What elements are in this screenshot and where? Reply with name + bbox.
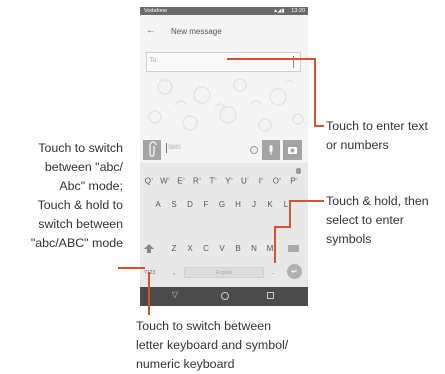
key-k[interactable]: K — [264, 200, 276, 209]
leader-line-long-press-v — [274, 226, 276, 263]
key-g[interactable]: G — [216, 200, 228, 209]
recipient-placeholder: To: — [150, 58, 159, 64]
app-bar: ← New message — [140, 15, 308, 49]
callout-caps-mode-line1: Touch to switch — [38, 141, 123, 155]
navigation-bar: ▽ — [140, 287, 308, 306]
callout-long-press-line2: select to enter — [326, 213, 404, 227]
callout-caps-mode: Touch to switch between "abc/ Abc" mode;… — [31, 139, 123, 253]
callout-symbols-switch-line2: letter keyboard and symbol/ — [136, 338, 289, 352]
callout-caps-mode-line3: Abc" mode; — [59, 179, 123, 193]
key-z[interactable]: Z — [168, 244, 180, 253]
status-clock: 13:20 — [291, 8, 305, 14]
key-f[interactable]: F — [200, 200, 212, 209]
back-arrow-icon[interactable]: ← — [146, 25, 158, 37]
leader-line-long-press-h2 — [274, 226, 290, 228]
status-bar: Vodafone ▲◢ ▮ 13:20 — [140, 7, 308, 15]
key-u[interactable]: U7 — [239, 176, 251, 186]
callout-symbols-switch-line1: Touch to switch between — [136, 319, 271, 333]
nav-recents-icon[interactable] — [267, 292, 274, 299]
key-o[interactable]: O9 — [271, 176, 283, 186]
leader-line-symbols-switch — [148, 272, 150, 315]
key-p[interactable]: P0 — [288, 176, 300, 186]
microphone-icon — [269, 145, 273, 155]
paperclip-icon — [149, 141, 157, 157]
key-t[interactable]: T5 — [207, 176, 219, 186]
text-cursor — [166, 143, 167, 153]
key-b[interactable]: B — [232, 244, 244, 253]
key-j[interactable]: J — [248, 200, 260, 209]
on-screen-keyboard: Q1 W2 E3 R4 T5 Y6 U7 I8 O9 P0 A S D F G … — [140, 163, 308, 287]
key-n[interactable]: N — [248, 244, 260, 253]
key-h[interactable]: H — [232, 200, 244, 209]
period-key[interactable]: . — [272, 267, 274, 276]
key-v[interactable]: V — [216, 244, 228, 253]
background-pattern — [148, 78, 304, 132]
callout-enter-text: Touch to enter text or numbers — [326, 117, 428, 155]
key-c[interactable]: C — [200, 244, 212, 253]
phone-screenshot: Vodafone ▲◢ ▮ 13:20 ← New message To: SM… — [140, 7, 308, 306]
key-a[interactable]: A — [152, 200, 164, 209]
enter-key-icon[interactable]: ↵ — [287, 264, 302, 279]
leader-line-enter-text-h2 — [314, 125, 324, 127]
callout-long-press-line3: symbols — [326, 232, 372, 246]
carrier-name: Vodafone — [144, 8, 168, 14]
space-bar-label: English — [215, 270, 233, 276]
key-y[interactable]: Y6 — [223, 176, 235, 186]
compose-bar: SMS — [140, 138, 308, 163]
leader-line-enter-text-v — [314, 58, 316, 126]
emoji-icon[interactable] — [250, 146, 258, 154]
recipient-field[interactable]: To: — [146, 52, 301, 72]
key-i[interactable]: I8 — [255, 176, 267, 186]
key-e[interactable]: E3 — [175, 176, 187, 186]
signal-battery-icon: ▲◢ ▮ — [273, 8, 284, 14]
key-w[interactable]: W2 — [159, 176, 171, 186]
nav-home-icon[interactable] — [221, 292, 229, 300]
backspace-key-icon[interactable] — [288, 245, 299, 252]
send-camera-button[interactable] — [283, 140, 302, 160]
callout-caps-mode-line5: switch between — [38, 217, 123, 231]
callout-enter-text-line1: Touch to enter text — [326, 119, 428, 133]
callout-caps-mode-line4: Touch & hold to — [37, 198, 123, 212]
leader-line-enter-text-h1 — [227, 58, 315, 60]
shift-key-icon[interactable] — [144, 244, 154, 253]
keyboard-mic-icon[interactable] — [296, 168, 301, 174]
callout-enter-text-line2: or numbers — [326, 138, 389, 152]
key-x[interactable]: X — [184, 244, 196, 253]
key-q[interactable]: Q1 — [143, 176, 155, 186]
attachment-button[interactable] — [143, 140, 161, 160]
callout-symbols-switch: Touch to switch between letter keyboard … — [136, 317, 288, 374]
callout-long-press: Touch & hold, then select to enter symbo… — [326, 192, 429, 249]
key-s[interactable]: S — [168, 200, 180, 209]
comma-key[interactable]: , — [173, 267, 175, 276]
space-bar[interactable]: English — [184, 267, 264, 278]
voice-input-button[interactable] — [262, 140, 280, 160]
key-r[interactable]: R4 — [191, 176, 203, 186]
leader-line-long-press-h3 — [289, 200, 324, 202]
leader-line-caps-mode — [118, 267, 145, 269]
callout-caps-mode-line2: between "abc/ — [44, 160, 123, 174]
nav-back-icon[interactable]: ▽ — [170, 290, 180, 300]
callout-long-press-line1: Touch & hold, then — [326, 194, 429, 208]
page-title: New message — [171, 27, 222, 36]
camera-icon — [288, 147, 297, 154]
callout-caps-mode-line6: "abc/ABC" mode — [30, 236, 123, 250]
message-input[interactable]: SMS — [168, 145, 181, 151]
leader-line-long-press-v2 — [289, 200, 291, 228]
key-d[interactable]: D — [184, 200, 196, 209]
callout-symbols-switch-line3: numeric keyboard — [136, 357, 235, 371]
